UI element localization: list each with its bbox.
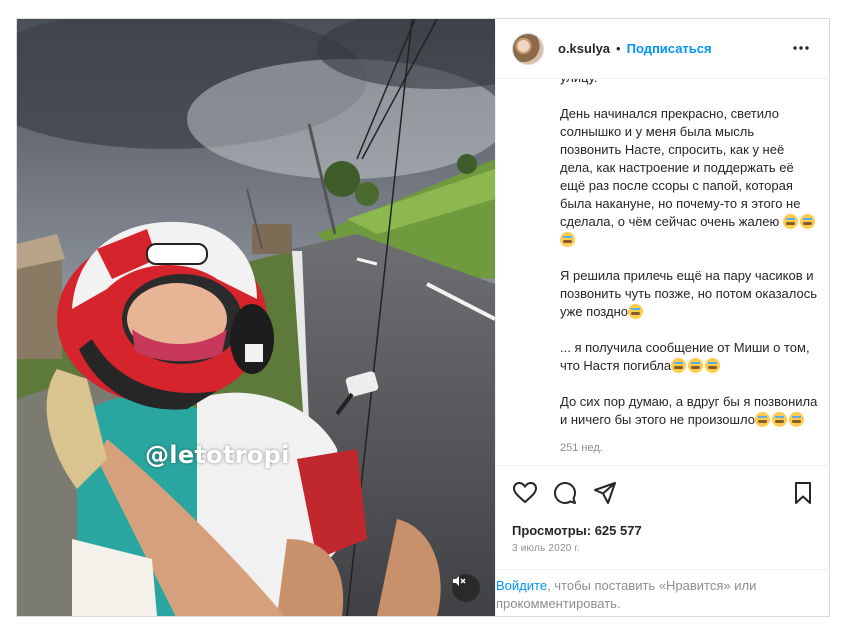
share-icon[interactable] (592, 480, 618, 506)
crying-face-icon (771, 412, 787, 427)
post-video[interactable]: @letotropi (17, 19, 495, 616)
crying-face-icon (788, 412, 804, 427)
caption-paragraph: День начинался прекрасно, светило солныш… (560, 105, 818, 249)
caption-paragraph: ... я получила сообщение от Миши о том, … (560, 339, 818, 375)
crying-face-icon (799, 214, 815, 229)
caption-paragraph: Я решила прилечь ещё на пару часиков и п… (560, 267, 818, 321)
post-header: o.ksulya • Подписаться (496, 19, 830, 79)
login-link[interactable]: Войдите (496, 578, 547, 593)
video-watermark: @letotropi (145, 441, 290, 469)
crying-face-icon (705, 358, 721, 373)
crying-face-icon (671, 358, 687, 373)
caption-paragraph-text: День начинался прекрасно, светило солныш… (560, 106, 801, 229)
instagram-post: @letotropi o.ksulya • Подписаться улицу. (16, 18, 830, 617)
avatar[interactable] (512, 32, 544, 65)
more-horizontal-icon[interactable] (792, 39, 810, 57)
caption-paragraph-text: Я решила прилечь ещё на пару часиков и п… (560, 268, 818, 319)
comment-icon[interactable] (552, 480, 578, 506)
caption-age[interactable]: 251 нед. (560, 439, 818, 457)
caption-paragraph: До сих пор думаю, а вдруг бы я позвонила… (560, 393, 818, 429)
views-count[interactable]: Просмотры: 625 577 (512, 523, 642, 538)
post-date: 3 июль 2020 г. (512, 543, 581, 554)
bookmark-icon[interactable] (790, 480, 816, 506)
login-prompt: Войдите, чтобы поставить «Нравится» или … (496, 569, 830, 616)
video-frame (17, 19, 495, 616)
mute-button[interactable] (452, 574, 480, 602)
post-side-panel: o.ksulya • Подписаться улицу. День начин… (495, 19, 830, 616)
crying-face-icon (688, 358, 704, 373)
crying-face-icon (560, 232, 575, 247)
anxious-face-icon (627, 304, 643, 319)
post-actions: Просмотры: 625 577 3 июль 2020 г. (496, 465, 830, 565)
crying-face-icon (782, 214, 798, 229)
caption-partial-line: улицу. (560, 79, 818, 87)
follow-button[interactable]: Подписаться (627, 41, 712, 56)
crying-face-icon (754, 412, 770, 427)
speaker-muted-icon (453, 576, 466, 586)
caption-scroll-area[interactable]: улицу. День начинался прекрасно, светило… (496, 79, 830, 465)
heart-icon[interactable] (512, 480, 538, 506)
username-link[interactable]: o.ksulya (558, 41, 610, 56)
caption-text: улицу. День начинался прекрасно, светило… (560, 79, 818, 457)
separator-dot: • (616, 41, 621, 56)
